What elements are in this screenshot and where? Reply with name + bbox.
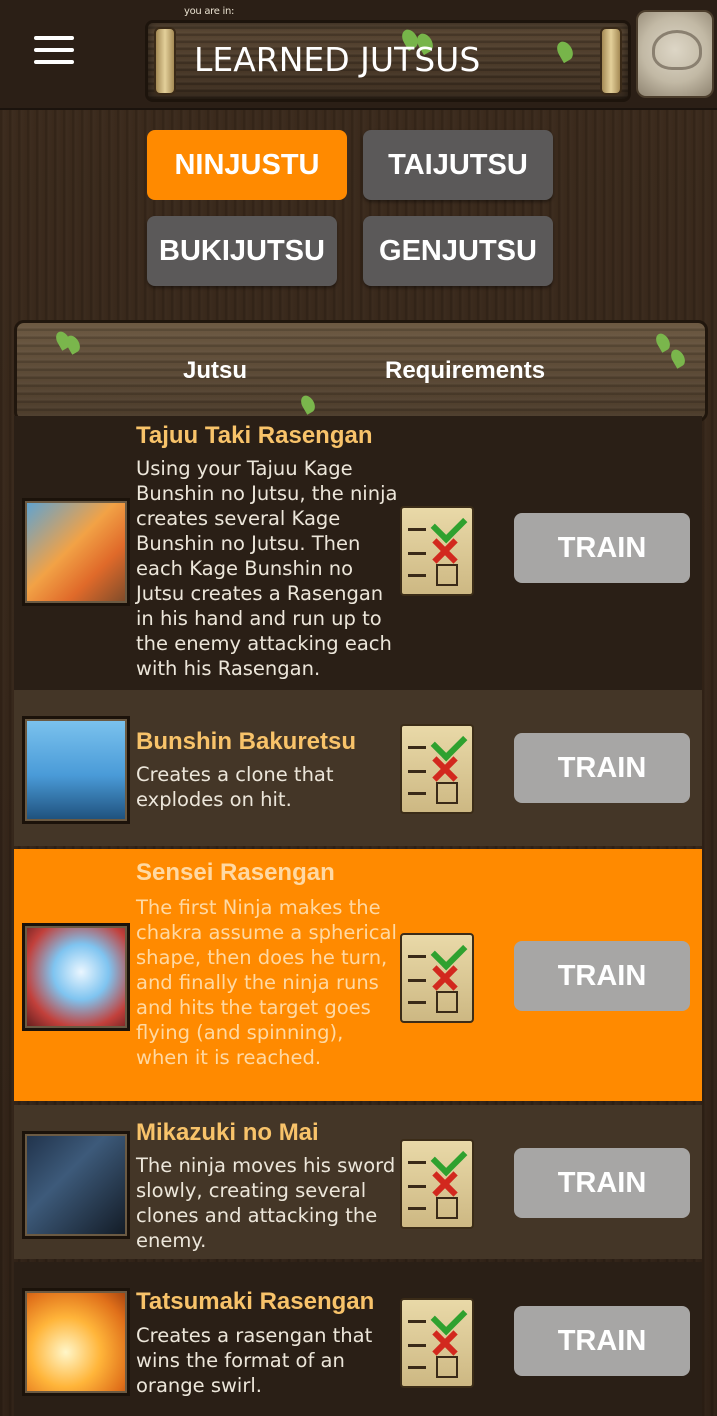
jutsu-row: Tatsumaki Rasengan Creates a rasengan th… — [14, 1262, 702, 1416]
board-peg-left — [154, 27, 176, 95]
leaf-icon — [553, 38, 577, 64]
jutsu-type-tabs: NINJUSTU TAIJUTSU BUKIJUTSU GENJUTSU — [147, 130, 557, 290]
train-button[interactable]: TRAIN — [514, 513, 690, 583]
page-title: LEARNED JUTSUS — [194, 40, 481, 79]
jutsu-description: Creates a clone that explodes on hit. — [136, 763, 334, 811]
train-button[interactable]: TRAIN — [514, 1148, 690, 1218]
location-caption: you are in: — [184, 6, 235, 17]
jutsu-description: The ninja moves his sword slowly, creati… — [136, 1154, 396, 1252]
tab-bukijutsu[interactable]: BUKIJUTSU — [147, 216, 337, 286]
checklist-scroll-icon[interactable] — [400, 1139, 474, 1229]
checklist-scroll-icon[interactable] — [400, 933, 474, 1023]
tab-taijutsu[interactable]: TAIJUTSU — [363, 130, 553, 200]
train-button[interactable]: TRAIN — [514, 941, 690, 1011]
orange-swirl-image — [22, 1288, 130, 1396]
jutsu-description: Creates a rasengan that wins the format … — [136, 1324, 373, 1397]
sword-ninja-image — [22, 1131, 130, 1239]
jutsu-name: Sensei Rasengan — [136, 859, 335, 886]
train-button[interactable]: TRAIN — [514, 733, 690, 803]
column-header-jutsu: Jutsu — [183, 357, 248, 384]
leaf-icon — [668, 347, 688, 369]
checklist-scroll-icon[interactable] — [400, 724, 474, 814]
hamburger-menu-icon[interactable] — [34, 36, 74, 66]
naruto-portrait-image — [22, 498, 130, 606]
app-header: you are in: LEARNED JUTSUS — [0, 0, 717, 110]
explosion-clone-image — [22, 716, 130, 824]
rasengan-sphere-image — [22, 923, 130, 1031]
table-header: Jutsu Requirements — [14, 320, 708, 422]
leaf-icon — [63, 333, 83, 355]
tab-ninjutsu[interactable]: NINJUSTU — [147, 130, 347, 200]
jutsu-name: Bunshin Bakuretsu — [136, 728, 357, 755]
leaf-icon — [298, 393, 318, 415]
leaf-icon — [653, 331, 673, 353]
jutsu-description: Using your Tajuu Kage Bunshin no Jutsu, … — [136, 457, 398, 680]
jutsu-name: Tajuu Taki Rasengan — [136, 422, 373, 449]
jutsu-row: Bunshin Bakuretsu Creates a clone that e… — [14, 690, 702, 846]
train-button[interactable]: TRAIN — [514, 1306, 690, 1376]
ninja-bag-icon[interactable] — [636, 10, 714, 98]
jutsu-description: The first Ninja makes the chakra assume … — [136, 896, 397, 1069]
jutsu-name: Mikazuki no Mai — [136, 1119, 319, 1146]
tab-genjutsu[interactable]: GENJUTSU — [363, 216, 553, 286]
jutsu-row-selected: Sensei Rasengan The first Ninja makes th… — [14, 849, 702, 1101]
jutsu-row: Tajuu Taki Rasengan Using your Tajuu Kag… — [14, 416, 702, 690]
jutsu-name: Tatsumaki Rasengan — [136, 1288, 375, 1315]
column-header-requirements: Requirements — [385, 357, 546, 384]
jutsu-row: Mikazuki no Mai The ninja moves his swor… — [14, 1105, 702, 1259]
board-peg-right — [600, 27, 622, 95]
checklist-scroll-icon[interactable] — [400, 506, 474, 596]
checklist-scroll-icon[interactable] — [400, 1298, 474, 1388]
